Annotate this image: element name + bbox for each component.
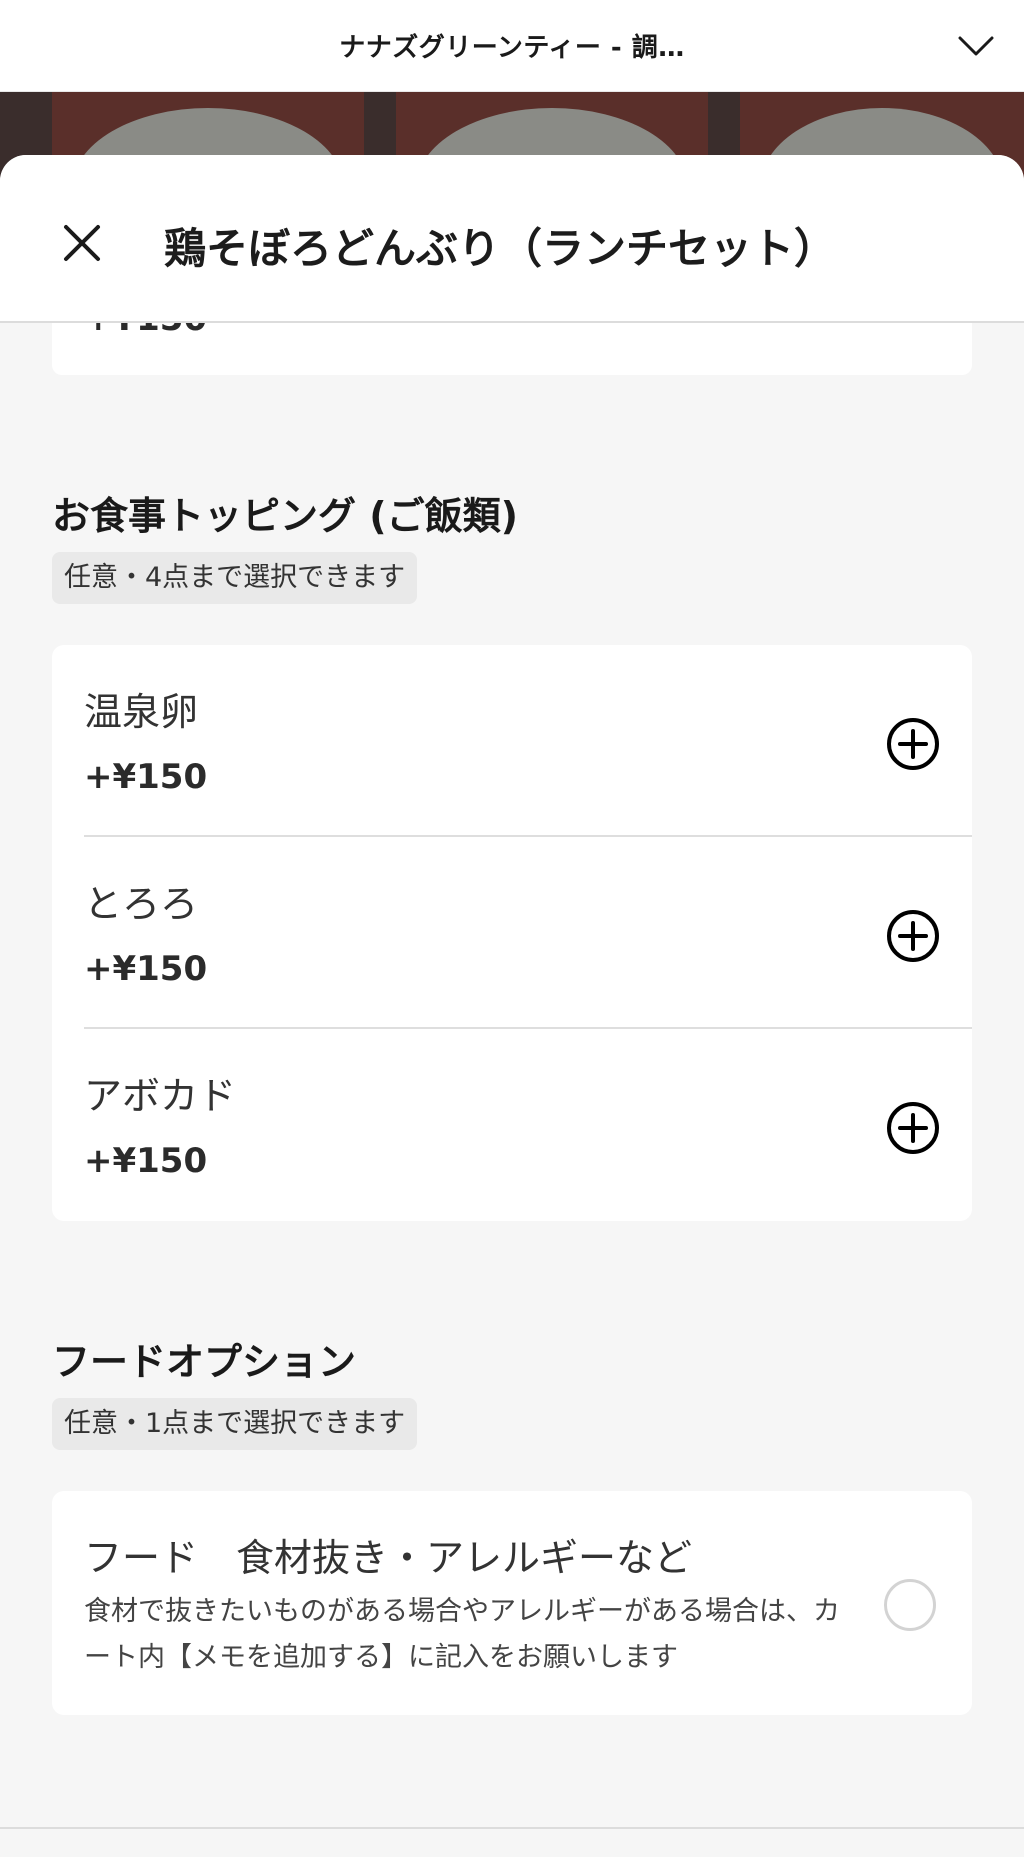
option-price: +¥150	[84, 1141, 208, 1181]
add-circle-icon[interactable]	[886, 909, 940, 963]
option-name: とろろ	[84, 882, 199, 926]
close-icon[interactable]	[52, 213, 112, 273]
food-option-hint-badge: 任意・1点まで選択できます	[52, 1398, 418, 1450]
topping-option[interactable]: 温泉卵 +¥150	[84, 645, 972, 837]
option-name: アボカド	[84, 1074, 237, 1118]
sheet-header: 鶏そぼろどんぶり（ランチセット）	[0, 155, 1024, 323]
top-bar-title: ナナズグリーンティー - 調…	[339, 33, 685, 63]
food-option-description: 食材で抜きたいものがある場合やアレルギーがある場合は、カート内【メモを追加する】…	[84, 1596, 840, 1673]
topping-option[interactable]: アボカド +¥150	[84, 1029, 972, 1221]
food-option-section-title: フードオプション	[52, 1340, 357, 1384]
sheet-title: 鶏そぼろどんぶり（ランチセット）	[164, 224, 837, 273]
add-circle-icon[interactable]	[886, 1101, 940, 1155]
top-bar: ナナズグリーンティー - 調…	[0, 0, 1024, 92]
food-option-card[interactable]: フード 食材抜き・アレルギーなど 食材で抜きたいものがある場合やアレルギーがある…	[52, 1491, 972, 1715]
previous-option-price: +¥150	[84, 323, 207, 339]
option-name: 温泉卵	[84, 690, 199, 734]
option-price: +¥150	[84, 949, 208, 989]
topping-option[interactable]: とろろ +¥150	[84, 837, 972, 1029]
food-option-name: フード 食材抜き・アレルギーなど	[84, 1536, 693, 1580]
add-circle-icon[interactable]	[886, 717, 940, 771]
toppings-card: 温泉卵 +¥150 とろろ +¥150 アボカド +¥150	[52, 645, 972, 1221]
radio-button[interactable]	[884, 1579, 936, 1631]
divider	[0, 1827, 1024, 1829]
item-detail-sheet: 鶏そぼろどんぶり（ランチセット） +¥150 お食事トッピング (ご飯類) 任意…	[0, 155, 1024, 1857]
previous-option-card: +¥150	[52, 323, 972, 375]
toppings-hint-badge: 任意・4点まで選択できます	[52, 552, 418, 604]
option-price: +¥150	[84, 757, 208, 797]
page: ナナズグリーンティー - 調… 鶏そぼろどんぶり（ランチセット） +¥150	[0, 0, 1024, 1857]
toppings-section-title: お食事トッピング (ご飯類)	[52, 494, 518, 538]
chevron-down-icon[interactable]	[956, 28, 996, 64]
